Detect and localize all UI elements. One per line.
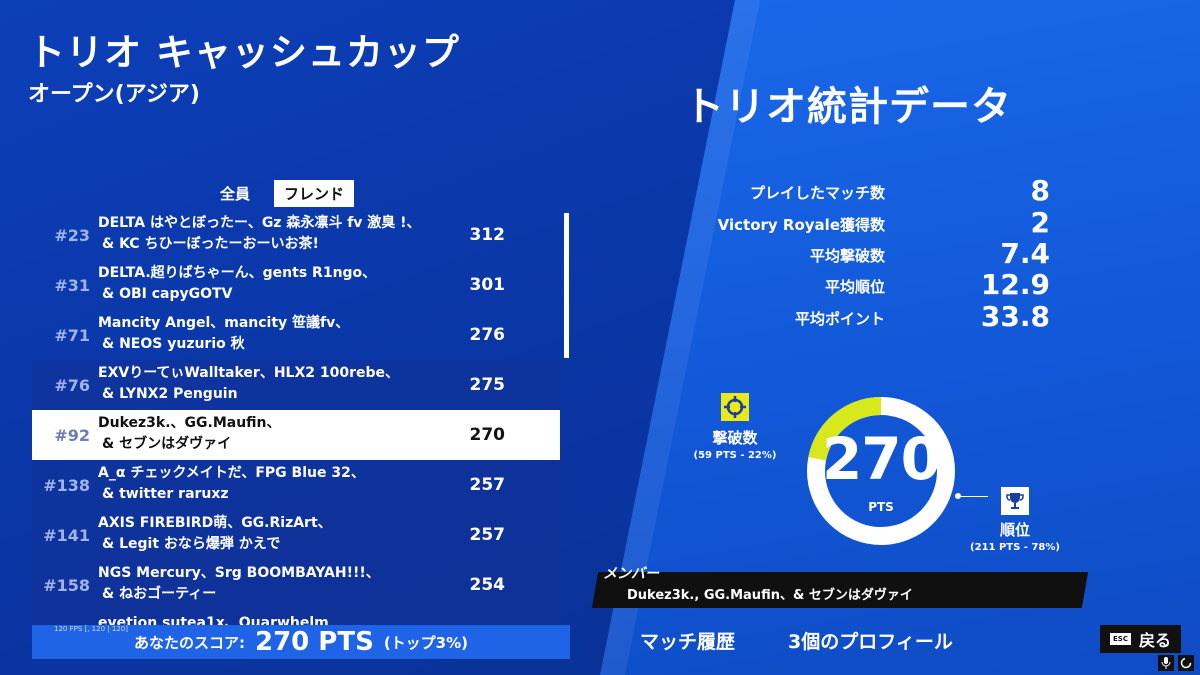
row-rank: #31 (54, 276, 90, 295)
status-icons (1158, 655, 1194, 671)
row-points: 257 (469, 525, 506, 545)
elims-breakdown: 撃破数 (59 PTS - 22%) (680, 393, 790, 461)
row-team-names: NGS Mercury、Srg BOOMBAYAH!!!、 & ねおゴーティー (98, 565, 380, 602)
stat-value: 7.4 (1000, 237, 1050, 270)
back-label: 戻る (1138, 631, 1171, 650)
your-score-percentile: (トップ3%) (383, 633, 469, 652)
leaderboard-row-selected[interactable]: #92 Dukez3k.、GG.Maufin、 & セブンはダヴァイ 270 (32, 410, 560, 460)
row-team-names: Dukez3k.、GG.Maufin、 & セブンはダヴァイ (98, 415, 281, 452)
row-rank: #71 (54, 326, 90, 345)
stat-victory-royales: Victory Royale獲得数 2 (690, 206, 1050, 240)
esc-key-icon: ESC (1110, 633, 1131, 645)
leaderboard-row[interactable]: #138 A_α チェックメイトだ、FPG Blue 32、 & twitter … (32, 460, 560, 510)
ring-total-points: 270 (821, 425, 941, 493)
members-names: Dukez3k., GG.Maufin、& セブンはダヴァイ (627, 588, 913, 603)
leaderboard-row[interactable]: #141 AXIS FIREBIRD萌、GG.RizArt、 & Legit おな… (32, 510, 560, 560)
row-rank: #76 (54, 376, 90, 395)
stat-value: 33.8 (980, 300, 1050, 333)
leaderboard-list[interactable]: #23 DELTA はやとぼったー、Gz 森永凛斗 fv 激臭 !、 & KC ち… (32, 210, 560, 635)
leaderboard-scrollbar[interactable] (564, 213, 569, 358)
row-team-names: Mancity Angel、mancity 笹議fv、 & NEOS yuzuri… (98, 315, 350, 352)
leaderboard-tabs: 全員 フレンド (210, 180, 355, 207)
row-points: 270 (469, 425, 506, 445)
stat-avg-placement: 平均順位 12.9 (690, 268, 1050, 302)
leaderboard-row[interactable]: #23 DELTA はやとぼったー、Gz 森永凛斗 fv 激臭 !、 & KC ち… (32, 210, 560, 260)
row-rank: #158 (43, 576, 90, 595)
stat-label: 平均撃破数 (809, 247, 885, 265)
row-rank: #92 (54, 426, 90, 445)
row-points: 276 (469, 325, 506, 345)
stat-value: 2 (1030, 206, 1050, 239)
tab-everyone[interactable]: 全員 (210, 180, 260, 207)
stat-value: 8 (1030, 174, 1050, 207)
row-rank: #23 (54, 226, 90, 245)
row-team-names: DELTA.超りばちゃーん、gents R1ngo、 & OBI capyGOTV (98, 265, 377, 302)
row-points: 257 (469, 475, 506, 495)
row-rank: #141 (43, 526, 90, 545)
loading-icon (1178, 655, 1194, 671)
trophy-icon (1001, 487, 1029, 515)
stat-avg-elims: 平均撃破数 7.4 (690, 237, 1050, 271)
elims-label: 撃破数 (712, 429, 758, 447)
ring-unit: PTS (868, 500, 894, 514)
row-points: 254 (469, 575, 506, 595)
row-points: 301 (469, 275, 506, 295)
members-label: メンバー (603, 566, 659, 582)
placement-detail: (211 PTS - 78%) (970, 542, 1060, 553)
match-history-button[interactable]: マッチ履歴 (640, 627, 735, 654)
microphone-icon (1158, 655, 1174, 671)
stat-label: 平均ポイント (794, 310, 885, 328)
leaderboard-row[interactable]: #71 Mancity Angel、mancity 笹議fv、 & NEOS yu… (32, 310, 560, 360)
crosshair-icon (721, 393, 749, 421)
stats-title: トリオ統計データ (684, 84, 1012, 130)
fps-counter: 120 FPS [, 120 | 120] (54, 625, 128, 633)
elims-detail: (59 PTS - 22%) (693, 450, 777, 461)
row-team-names: DELTA はやとぼったー、Gz 森永凛斗 fv 激臭 !、 & KC ちひーぼっ… (98, 215, 421, 252)
tab-friends[interactable]: フレンド (274, 180, 355, 207)
back-button[interactable]: ESC 戻る (1100, 625, 1181, 653)
stat-label: Victory Royale獲得数 (717, 216, 885, 234)
row-team-names: EXVりーてぃWalltaker、HLX2 100rebe、 & LYNX2 Pe… (98, 365, 400, 402)
row-points: 312 (469, 225, 506, 245)
leaderboard-row[interactable]: #31 DELTA.超りばちゃーん、gents R1ngo、 & OBI capy… (32, 260, 560, 310)
row-team-names: AXIS FIREBIRD萌、GG.RizArt、 & Legit おなら爆弾 か… (98, 515, 332, 552)
stat-label: 平均順位 (824, 278, 885, 296)
row-team-names: A_α チェックメイトだ、FPG Blue 32、 & twitter rarux… (98, 465, 365, 502)
stat-label: プレイしたマッチ数 (749, 184, 885, 202)
row-rank: #138 (43, 476, 90, 495)
stat-avg-points: 平均ポイント 33.8 (690, 300, 1050, 334)
leaderboard-row[interactable]: #76 EXVりーてぃWalltaker、HLX2 100rebe、 & LYNX… (32, 360, 560, 410)
placement-label: 順位 (999, 521, 1030, 539)
tournament-region: オープン(アジア) (28, 82, 200, 107)
your-score-label: あなたのスコア: (133, 633, 245, 652)
leaderboard-row[interactable]: #158 NGS Mercury、Srg BOOMBAYAH!!!、 & ねおゴー… (32, 560, 560, 610)
profiles-button[interactable]: 3個のプロフィール (788, 627, 953, 654)
stat-value: 12.9 (980, 268, 1050, 301)
your-score-value: 270 PTS (254, 627, 374, 657)
row-points: 275 (469, 375, 506, 395)
placement-breakdown: 順位 (211 PTS - 78%) (960, 487, 1070, 553)
stat-matches-played: プレイしたマッチ数 8 (690, 174, 1050, 208)
tournament-title: トリオ キャッシュカップ (28, 31, 460, 74)
